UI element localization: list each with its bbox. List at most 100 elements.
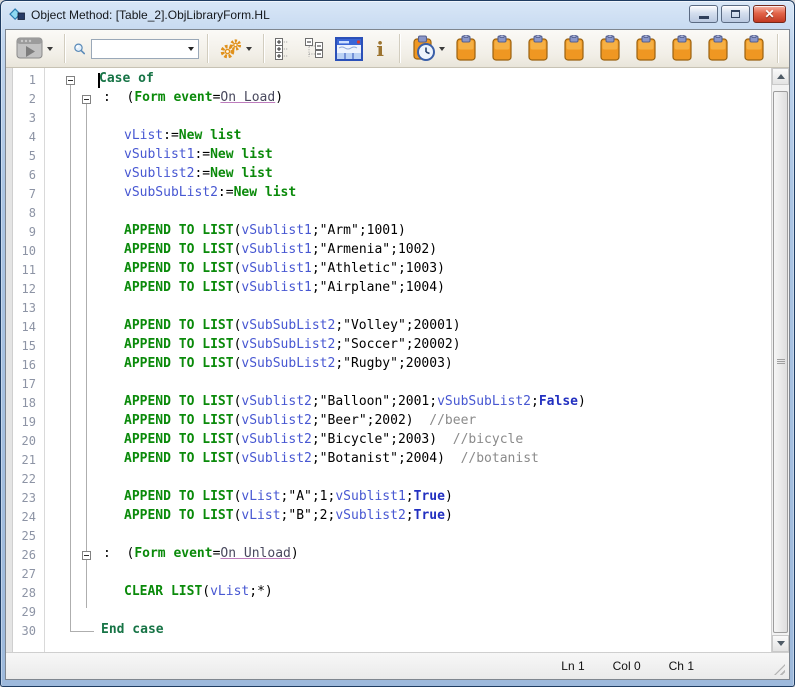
clipboard-9-button[interactable] bbox=[739, 33, 769, 64]
code-line[interactable]: APPEND TO LIST(vList;"A";1;vSublist1;Tru… bbox=[45, 489, 771, 508]
search-input[interactable] bbox=[91, 39, 199, 59]
code-token-pl: ;"Bicycle";2003) bbox=[312, 432, 453, 447]
maximize-button[interactable] bbox=[721, 5, 750, 23]
code-token-pl: ;"B";2; bbox=[281, 508, 336, 523]
code-line[interactable]: End case bbox=[45, 622, 771, 641]
resize-grip[interactable] bbox=[774, 664, 785, 675]
vertical-scrollbar[interactable] bbox=[771, 68, 789, 652]
code-token-var: vSublist1 bbox=[124, 147, 194, 162]
code-token-pl: ( bbox=[202, 584, 210, 599]
code-line[interactable]: Case of bbox=[45, 71, 771, 90]
line-number: 17 bbox=[13, 375, 44, 394]
macros-button[interactable] bbox=[408, 33, 448, 64]
scrollbar-track[interactable] bbox=[772, 85, 789, 635]
code-line[interactable] bbox=[45, 565, 771, 584]
clipboard-7-button[interactable] bbox=[667, 33, 697, 64]
line-number: 2 bbox=[13, 90, 44, 109]
search-dropdown-arrow[interactable] bbox=[188, 47, 194, 54]
clipboard-3-button[interactable] bbox=[523, 33, 553, 64]
code-token-cmd: APPEND TO LIST bbox=[124, 356, 234, 371]
close-button[interactable]: ✕ bbox=[753, 5, 786, 23]
code-token-var: vSublist2 bbox=[241, 451, 311, 466]
code-token-kw: End case bbox=[101, 622, 164, 637]
code-token-pl: ) bbox=[291, 546, 299, 561]
execute-method-button[interactable] bbox=[12, 34, 56, 63]
code-token-pl: ;"Airplane";1004) bbox=[312, 280, 445, 295]
code-pane[interactable]: Case of: (Form event=On Load) vList:=New … bbox=[45, 68, 771, 652]
line-number: 11 bbox=[13, 261, 44, 280]
code-line[interactable] bbox=[45, 527, 771, 546]
code-line[interactable]: CLEAR LIST(vList;*) bbox=[45, 584, 771, 603]
show-form-button[interactable] bbox=[332, 35, 366, 63]
method-info-button[interactable]: i bbox=[369, 37, 391, 61]
clipboard-2-button[interactable] bbox=[487, 33, 517, 64]
title-bar[interactable]: Object Method: [Table_2].ObjLibraryForm.… bbox=[1, 1, 794, 29]
code-line[interactable] bbox=[45, 375, 771, 394]
code-line[interactable] bbox=[45, 204, 771, 223]
status-bar: Ln 1 Col 0 Ch 1 bbox=[6, 652, 789, 679]
scrollbar-thumb[interactable] bbox=[773, 91, 788, 633]
code-token-cmd: APPEND TO LIST bbox=[124, 394, 234, 409]
code-line[interactable]: : (Form event=On Unload) bbox=[45, 546, 771, 565]
code-line[interactable]: APPEND TO LIST(vSublist2;"Bicycle";2003)… bbox=[45, 432, 771, 451]
line-number: 26 bbox=[13, 546, 44, 565]
options-dropdown-arrow bbox=[246, 47, 252, 54]
line-number: 21 bbox=[13, 451, 44, 470]
expand-all-button[interactable] bbox=[272, 36, 296, 62]
clipboard-1-button[interactable] bbox=[451, 33, 481, 64]
clipboard-4-button[interactable] bbox=[559, 33, 589, 64]
code-line[interactable]: APPEND TO LIST(vSubSubList2;"Volley";200… bbox=[45, 318, 771, 337]
code-line[interactable]: : (Form event=On Load) bbox=[45, 90, 771, 109]
line-number: 1 bbox=[13, 71, 44, 90]
line-number: 12 bbox=[13, 280, 44, 299]
clipboard-8-button[interactable] bbox=[703, 33, 733, 64]
code-line[interactable]: APPEND TO LIST(vSubSubList2;"Soccer";200… bbox=[45, 337, 771, 356]
window-controls: ✕ bbox=[689, 5, 786, 23]
clipboard-icon bbox=[670, 35, 694, 62]
collapse-all-button[interactable] bbox=[299, 36, 329, 62]
code-line[interactable]: APPEND TO LIST(vSublist2;"Balloon";2001;… bbox=[45, 394, 771, 413]
method-options-button[interactable] bbox=[216, 35, 255, 63]
code-line[interactable] bbox=[45, 109, 771, 128]
line-number: 22 bbox=[13, 470, 44, 489]
code-lines: Case of: (Form event=On Load) vList:=New … bbox=[45, 71, 771, 641]
code-line[interactable]: vSublist2:=New list bbox=[45, 166, 771, 185]
code-token-cmd: APPEND TO LIST bbox=[124, 413, 234, 428]
status-character: Ch 1 bbox=[669, 659, 694, 673]
toolbar-separator bbox=[263, 34, 264, 63]
minimize-button[interactable] bbox=[689, 5, 718, 23]
scroll-up-button[interactable] bbox=[772, 68, 789, 85]
clipboard-6-button[interactable] bbox=[631, 33, 661, 64]
line-number: 29 bbox=[13, 603, 44, 622]
code-line[interactable]: vSublist1:=New list bbox=[45, 147, 771, 166]
code-line[interactable]: vList:=New list bbox=[45, 128, 771, 147]
code-line[interactable] bbox=[45, 470, 771, 489]
code-line[interactable]: APPEND TO LIST(vSublist2;"Beer";2002) //… bbox=[45, 413, 771, 432]
code-token-pl: : ( bbox=[103, 90, 134, 105]
toolbar-separator bbox=[64, 34, 65, 63]
code-token-pl: ; bbox=[531, 394, 539, 409]
code-line[interactable]: vSubSubList2:=New list bbox=[45, 185, 771, 204]
scroll-down-button[interactable] bbox=[772, 635, 789, 652]
breakpoint-margin[interactable] bbox=[6, 68, 13, 652]
code-line[interactable]: APPEND TO LIST(vSublist1;"Athletic";1003… bbox=[45, 261, 771, 280]
code-line[interactable]: APPEND TO LIST(vList;"B";2;vSublist2;Tru… bbox=[45, 508, 771, 527]
line-number: 15 bbox=[13, 337, 44, 356]
code-token-pl: := bbox=[163, 128, 179, 143]
code-line[interactable] bbox=[45, 603, 771, 622]
code-token-bool: True bbox=[414, 508, 445, 523]
clipboard-5-button[interactable] bbox=[595, 33, 625, 64]
code-line[interactable]: APPEND TO LIST(vSublist1;"Armenia";1002) bbox=[45, 242, 771, 261]
code-token-cmd: APPEND TO LIST bbox=[124, 223, 234, 238]
line-number: 6 bbox=[13, 166, 44, 185]
code-line[interactable]: APPEND TO LIST(vSublist1;"Arm";1001) bbox=[45, 223, 771, 242]
code-token-pl: ;*) bbox=[249, 584, 272, 599]
status-column: Col 0 bbox=[613, 659, 641, 673]
code-token-cmd: APPEND TO LIST bbox=[124, 318, 234, 333]
code-line[interactable]: APPEND TO LIST(vSubSubList2;"Rugby";2000… bbox=[45, 356, 771, 375]
code-token-var: vSubSubList2 bbox=[241, 318, 335, 333]
code-line[interactable]: APPEND TO LIST(vSublist2;"Botanist";2004… bbox=[45, 451, 771, 470]
code-token-cmd: APPEND TO LIST bbox=[124, 508, 234, 523]
code-line[interactable] bbox=[45, 299, 771, 318]
code-line[interactable]: APPEND TO LIST(vSublist1;"Airplane";1004… bbox=[45, 280, 771, 299]
